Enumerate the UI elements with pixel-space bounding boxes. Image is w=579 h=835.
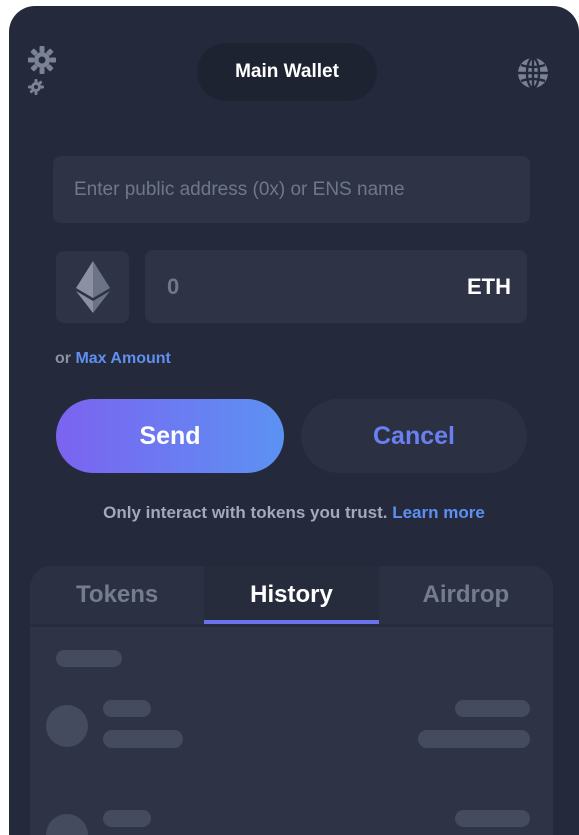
token-selector[interactable] (56, 251, 129, 323)
skeleton-line (103, 700, 151, 717)
max-amount-link[interactable]: Max Amount (75, 350, 170, 367)
skeleton-line (455, 700, 530, 717)
max-amount-row: or Max Amount (55, 350, 171, 368)
tab-bar: Tokens History Airdrop (30, 566, 553, 626)
tab-divider (30, 624, 553, 627)
amount-input[interactable] (165, 272, 467, 301)
skeleton-line (455, 810, 530, 827)
send-button[interactable]: Send (56, 399, 284, 473)
gear-icon[interactable] (28, 46, 56, 98)
cancel-button[interactable]: Cancel (301, 399, 527, 473)
wallet-selector-button[interactable]: Main Wallet (197, 43, 377, 101)
skeleton-line (103, 810, 151, 827)
wallet-panel: Main Wallet ETH or Max Amou (9, 6, 579, 835)
globe-icon[interactable] (516, 56, 550, 90)
skeleton-date-header (56, 650, 122, 667)
skeleton-avatar (46, 814, 88, 835)
learn-more-link[interactable]: Learn more (392, 503, 485, 522)
skeleton-line (418, 730, 530, 748)
address-input[interactable] (72, 177, 530, 202)
trust-notice-text: Only interact with tokens you trust. (103, 503, 393, 522)
ethereum-icon (75, 261, 110, 313)
send-label: Send (139, 421, 201, 450)
amount-unit: ETH (467, 273, 511, 299)
tab-history[interactable]: History (204, 566, 379, 626)
cancel-label: Cancel (373, 421, 455, 450)
tab-airdrop[interactable]: Airdrop (379, 566, 553, 624)
activity-card: Tokens History Airdrop (30, 566, 553, 835)
max-prefix: or (55, 350, 76, 367)
address-field-container (53, 156, 530, 223)
skeleton-avatar (46, 705, 88, 747)
tab-tokens[interactable]: Tokens (30, 566, 204, 624)
trust-notice: Only interact with tokens you trust. Lea… (9, 503, 579, 523)
skeleton-line (103, 730, 183, 748)
wallet-name: Main Wallet (235, 61, 339, 82)
amount-field-container: ETH (145, 250, 527, 323)
